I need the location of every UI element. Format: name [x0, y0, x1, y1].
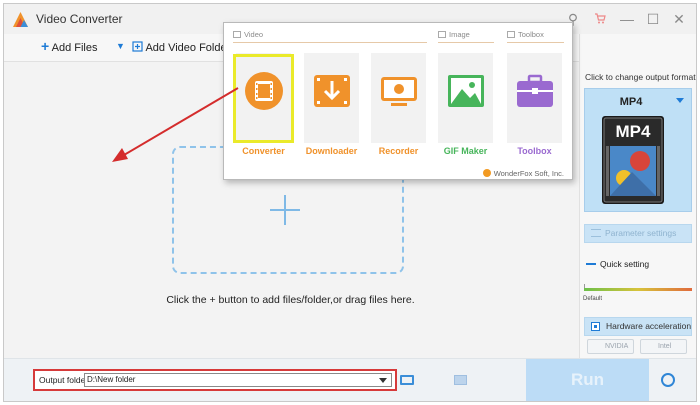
image-icon: [448, 75, 484, 107]
screen-record-icon: [381, 77, 417, 106]
cart-icon[interactable]: [589, 10, 611, 28]
output-folder-label: Output folder:: [39, 375, 91, 385]
converter-highlight-frame: [233, 54, 294, 143]
video-section-icon: [233, 31, 241, 38]
section-image-label: Image: [449, 30, 470, 39]
section-image: Image: [438, 30, 470, 39]
output-folder-group: Output folder: D:\New folder: [33, 369, 397, 391]
add-files-label: Add Files: [51, 42, 98, 54]
parameter-settings-button[interactable]: Parameter settings: [584, 224, 692, 243]
recorder-tile[interactable]: Recorder: [371, 53, 426, 156]
intel-label: Intel: [658, 343, 672, 350]
minimize-button[interactable]: —: [616, 10, 638, 28]
intel-badge: Intel: [640, 339, 687, 354]
section-toolbox-label: Toolbox: [518, 30, 544, 39]
section-toolbox: Toolbox: [507, 30, 544, 39]
gif-maker-tile[interactable]: GIF Maker: [438, 53, 493, 156]
converter-label: Converter: [242, 146, 285, 156]
toolbox-section-icon: [507, 31, 515, 38]
open-folder-icon[interactable]: [400, 375, 414, 385]
run-button[interactable]: Run: [526, 359, 649, 401]
maximize-button[interactable]: ☐: [642, 10, 664, 28]
image-section-icon: [438, 31, 446, 38]
close-button[interactable]: ✕: [668, 10, 690, 28]
app-window: Video Converter ⚲ — ☐ ✕ + Add Files ▼ Ad…: [3, 3, 697, 402]
output-folder-value: D:\New folder: [87, 375, 136, 384]
toolbox-icon: [517, 74, 553, 107]
mp4-badge-text: MP4: [616, 122, 652, 141]
downloader-label: Downloader: [305, 146, 358, 156]
recorder-label: Recorder: [378, 146, 419, 156]
output-format-name: MP4: [619, 96, 643, 108]
copyright-text: WonderFox Soft, Inc.: [482, 169, 564, 178]
drop-hint-text: Click the + button to add files/folder,o…: [166, 294, 415, 306]
section-divider: [438, 42, 494, 43]
wonderfox-logo-icon: [482, 169, 491, 177]
bottom-bar: Output folder: D:\New folder Run: [4, 358, 696, 401]
output-format-caption: Click to change output format:: [585, 72, 697, 82]
app-logo-icon: [13, 12, 28, 27]
plus-icon-vertical: [284, 195, 286, 225]
add-files-button[interactable]: + Add Files: [41, 38, 98, 54]
section-video-label: Video: [244, 30, 264, 39]
output-settings-panel: Click to change output format: MP4 MP4 P…: [579, 34, 696, 358]
alarm-clock-icon[interactable]: [661, 373, 675, 387]
output-folder-select[interactable]: D:\New folder: [84, 373, 392, 387]
nvidia-label: NVIDIA: [605, 343, 629, 350]
gif-maker-label: GIF Maker: [443, 146, 488, 156]
downloader-tile[interactable]: Downloader: [304, 53, 359, 156]
copyright-label: WonderFox Soft, Inc.: [493, 169, 564, 178]
checkbox-icon: [591, 322, 600, 331]
folder-add-icon: [132, 41, 143, 52]
mp4-format-icon: MP4: [602, 116, 664, 204]
nvidia-badge: NVIDIA: [587, 339, 634, 354]
quick-setting-icon: [586, 263, 596, 265]
slider-default-label: Default: [583, 296, 603, 302]
add-icon: +: [41, 38, 50, 54]
chevron-down-icon: [676, 98, 684, 103]
folder-icon[interactable]: [454, 375, 467, 385]
output-format-selector[interactable]: MP4 MP4: [584, 88, 692, 212]
add-video-folder-label: Add Video Folder: [145, 42, 231, 54]
section-divider: [507, 42, 564, 43]
app-title: Video Converter: [36, 12, 123, 26]
quick-setting-label: Quick setting: [600, 259, 650, 269]
parameter-settings-label: Parameter settings: [605, 228, 677, 238]
add-files-dropdown-icon[interactable]: ▼: [116, 41, 125, 51]
hardware-acceleration-label: Hardware acceleration: [606, 321, 692, 331]
hardware-acceleration-toggle[interactable]: Hardware acceleration: [584, 317, 692, 336]
section-video: Video: [233, 30, 263, 39]
add-video-folder-button[interactable]: Add Video Folder: [132, 41, 230, 54]
settings-icon: [591, 229, 601, 237]
download-icon: [314, 75, 350, 107]
quality-slider[interactable]: [584, 288, 692, 291]
chevron-down-icon: [379, 378, 387, 383]
toolbox-label: Toolbox: [517, 146, 552, 156]
section-divider: [233, 42, 427, 43]
toolbox-tile[interactable]: Toolbox: [507, 53, 562, 156]
